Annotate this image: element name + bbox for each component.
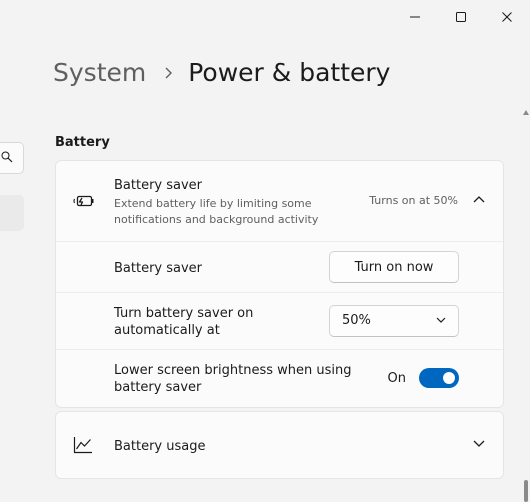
battery-saver-description: Extend battery life by limiting some not… [114,197,319,226]
brightness-toggle-state: On [387,371,406,386]
nav-item-selected[interactable] [0,195,24,231]
chevron-down-icon[interactable] [473,440,485,448]
scrollbar-thumb[interactable] [524,480,528,502]
battery-saver-status: Turns on at 50% [369,194,458,207]
maximize-button[interactable] [438,0,484,34]
toggle-knob [443,372,455,384]
minimize-icon [410,16,420,18]
battery-saver-expander-header[interactable]: Battery saver Extend battery life by lim… [56,161,503,241]
battery-saver-now-row: Battery saver Turn on now [56,241,503,292]
turn-on-now-button[interactable]: Turn on now [329,251,459,283]
battery-saver-icon [73,195,94,207]
close-button[interactable] [484,0,530,34]
battery-usage-title: Battery usage [114,439,206,454]
chevron-right-icon [165,67,173,78]
battery-saver-card: Battery saver Extend battery life by lim… [55,160,504,408]
brightness-row: Lower screen brightness when using batte… [56,349,503,407]
page-title: Power & battery [188,58,391,87]
chevron-up-icon[interactable] [473,195,485,203]
search-input[interactable] [0,142,24,174]
search-icon [1,151,13,163]
battery-saver-auto-label: Turn battery saver on automatically at [114,306,254,338]
close-icon [502,12,512,22]
minimize-button[interactable] [392,0,438,34]
battery-usage-card[interactable]: Battery usage [55,411,504,479]
battery-threshold-select[interactable]: 50% [329,305,459,337]
window-controls [392,0,530,34]
breadcrumb-parent[interactable]: System [53,58,146,87]
battery-saver-auto-row: Turn battery saver on automatically at 5… [56,292,503,349]
chevron-down-icon [436,317,446,323]
scrollbar[interactable] [522,110,530,502]
battery-threshold-value: 50% [342,313,371,328]
breadcrumb-separator [164,66,174,80]
section-title-battery: Battery [55,135,110,150]
maximize-icon [456,12,466,22]
brightness-toggle[interactable] [419,368,459,388]
scroll-up-arrow-icon[interactable] [523,110,529,115]
breadcrumb: System Power & battery [53,58,390,87]
brightness-label: Lower screen brightness when using batte… [114,363,352,395]
battery-saver-now-label: Battery saver [114,261,203,276]
battery-saver-title: Battery saver [114,178,203,193]
navigation-pane [0,0,30,502]
chart-line-icon [73,437,92,454]
